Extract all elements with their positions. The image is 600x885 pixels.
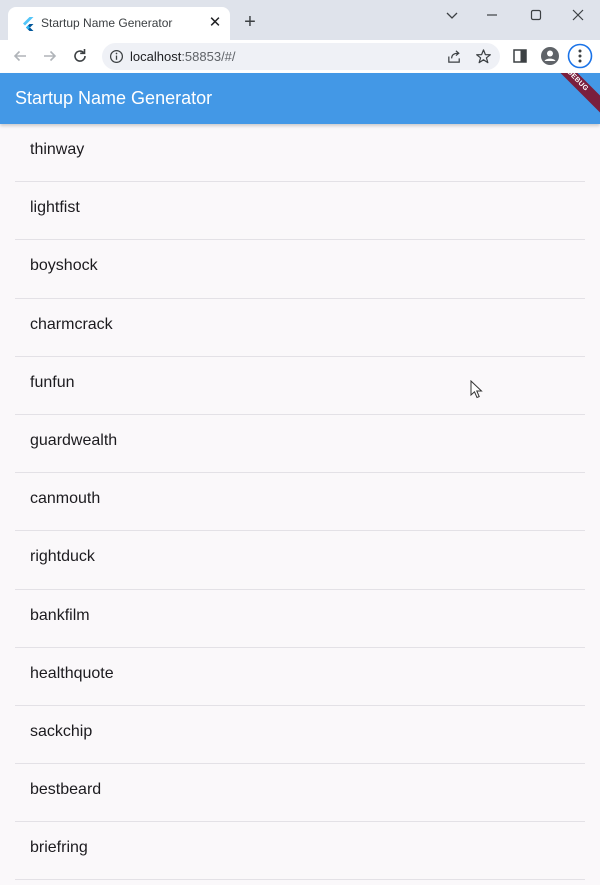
list-item[interactable]: guardwealth (0, 415, 600, 474)
list-item[interactable]: sackchip (0, 706, 600, 765)
bookmark-star-icon[interactable] (475, 48, 492, 65)
reload-icon[interactable] (69, 45, 91, 67)
list-item-label: bankfilm (30, 606, 90, 624)
url-text: localhost:58853/#/ (130, 49, 236, 64)
list-item-label: bestbeard (30, 781, 102, 799)
url-path: :58853/#/ (181, 49, 236, 64)
list-item[interactable]: bankfilm (0, 590, 600, 648)
app-title: Startup Name Generator (15, 88, 213, 108)
list-item-label: rightduck (30, 548, 95, 566)
list-item[interactable]: rightduck (0, 531, 600, 590)
list-item[interactable]: healthquote (0, 648, 600, 706)
list-item[interactable]: lightfist (0, 182, 600, 241)
minimize-icon[interactable] (482, 5, 502, 25)
name-list: thinway lightfist boyshock charmcrack funfun… (0, 124, 600, 881)
new-tab-button[interactable]: + (240, 12, 260, 32)
list-item[interactable]: canmouth (0, 473, 600, 532)
list-item-label: sackchip (30, 722, 93, 740)
forward-arrow-icon[interactable] (39, 45, 61, 67)
address-bar[interactable]: localhost:58853/#/ (102, 43, 500, 70)
debug-banner: DEBUG (540, 73, 600, 118)
list-item[interactable]: funfun (0, 357, 600, 415)
tab-title: Startup Name Generator (41, 16, 173, 30)
list-item-label: lightfist (30, 199, 80, 217)
more-menu-icon[interactable] (567, 43, 593, 69)
close-tab-icon[interactable]: ✕ (207, 15, 223, 31)
list-item[interactable]: thinway (0, 124, 600, 183)
info-icon[interactable] (109, 49, 124, 64)
side-panel-icon[interactable] (509, 45, 531, 67)
browser-toolbar: localhost:58853/#/ (0, 40, 600, 73)
list-item-label: funfun (30, 373, 75, 391)
profile-avatar-icon[interactable] (539, 45, 561, 67)
list-item[interactable]: boyshock (0, 240, 600, 299)
close-window-icon[interactable] (568, 5, 588, 25)
list-item-label: charmcrack (30, 315, 113, 333)
list-item-label: healthquote (30, 664, 114, 682)
list-item[interactable]: bestbeard (0, 764, 600, 823)
list-item-label: guardwealth (30, 431, 118, 449)
maximize-icon[interactable] (526, 5, 546, 25)
list-item-label: canmouth (30, 490, 101, 508)
list-item[interactable]: charmcrack (0, 299, 600, 357)
back-arrow-icon[interactable] (9, 45, 31, 67)
list-item[interactable]: briefring (0, 822, 600, 881)
tab-strip: Startup Name Generator ✕ + (0, 0, 600, 40)
list-item-label: thinway (30, 141, 85, 158)
list-divider (15, 879, 585, 881)
list-item-label: boyshock (30, 257, 98, 275)
share-icon[interactable] (446, 48, 463, 65)
tab-search-icon[interactable] (442, 5, 462, 25)
flutter-icon (23, 17, 34, 31)
app-bar: Startup Name Generator DEBUG (0, 73, 600, 124)
list-item-label: briefring (30, 839, 88, 857)
browser-tab[interactable]: Startup Name Generator ✕ (8, 7, 230, 40)
url-host: localhost (130, 49, 182, 64)
mouse-cursor-icon (470, 380, 483, 399)
